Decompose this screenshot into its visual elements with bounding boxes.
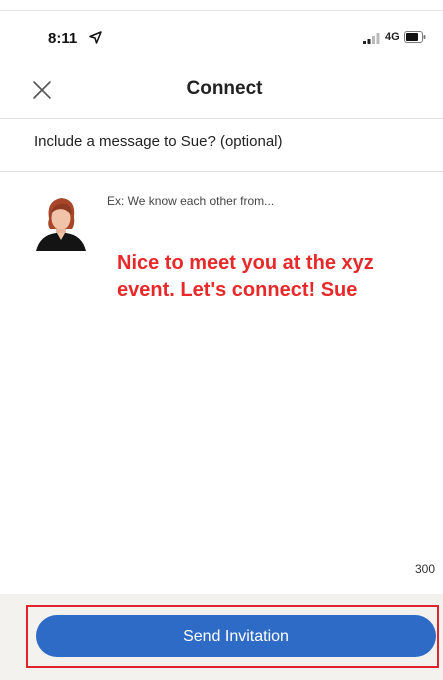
status-bar: 8:11 4G bbox=[0, 22, 443, 52]
message-annotation: Nice to meet you at the xyz event. Let's… bbox=[117, 252, 374, 301]
header: Connect bbox=[0, 64, 443, 116]
battery-icon bbox=[404, 31, 426, 43]
character-count: 300 bbox=[415, 562, 436, 576]
header-divider bbox=[0, 118, 443, 119]
status-time: 8:11 bbox=[48, 30, 78, 47]
message-prompt: Include a message to Sue? (optional) bbox=[34, 133, 283, 150]
signal-icon bbox=[363, 33, 380, 44]
send-invitation-button[interactable]: Send Invitation bbox=[36, 615, 436, 657]
page-title: Connect bbox=[186, 78, 263, 99]
connect-screen: 8:11 4G Connect Include a message to Sue… bbox=[0, 0, 443, 680]
top-divider bbox=[0, 10, 443, 11]
prompt-divider bbox=[0, 171, 443, 172]
location-icon bbox=[89, 31, 102, 44]
network-label: 4G bbox=[385, 31, 400, 43]
message-placeholder[interactable]: Ex: We know each other from... bbox=[107, 194, 274, 208]
avatar bbox=[32, 193, 90, 251]
